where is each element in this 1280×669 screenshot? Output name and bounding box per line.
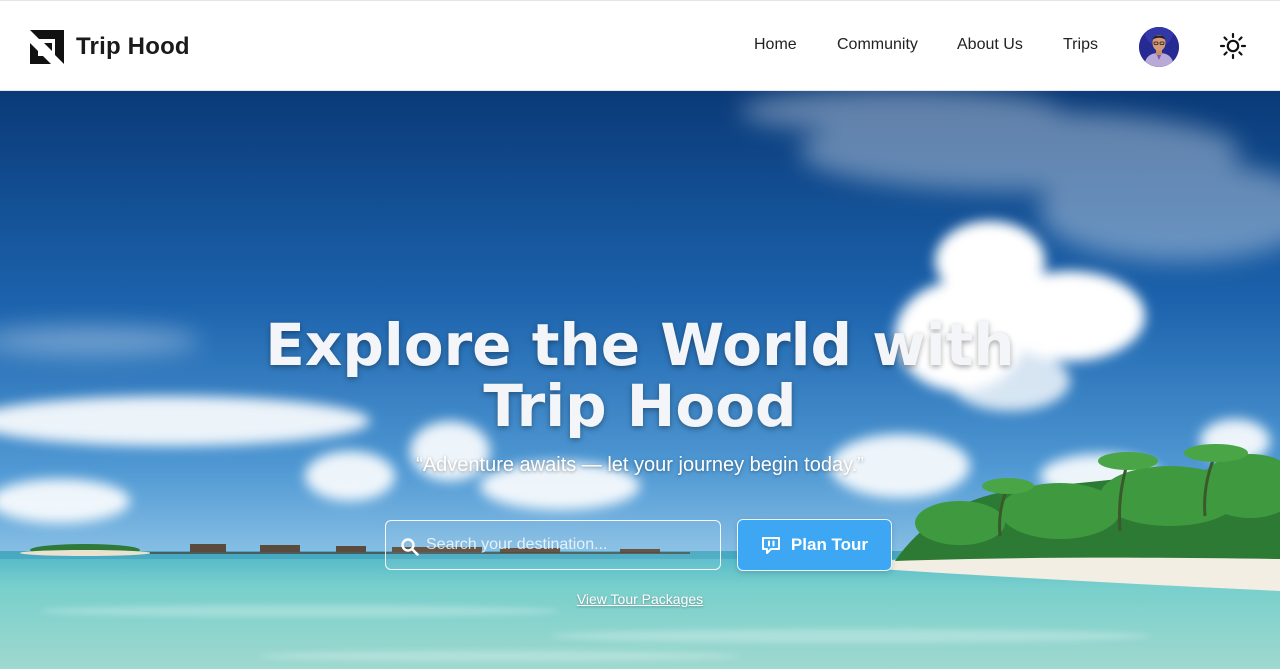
view-tour-packages-link[interactable]: View Tour Packages <box>540 591 740 607</box>
hero-subtitle: “Adventure awaits — let your journey beg… <box>416 454 864 476</box>
sun-icon <box>1219 32 1247 60</box>
destination-search <box>385 520 721 570</box>
plan-tour-label: Plan Tour <box>790 535 869 554</box>
nav-link-trips[interactable]: Trips <box>1063 36 1098 54</box>
brand[interactable]: Trip Hood <box>30 30 190 64</box>
chat-bubble-icon <box>761 537 780 554</box>
user-avatar[interactable] <box>1139 27 1179 67</box>
search-icon <box>401 538 419 556</box>
brand-name: Trip Hood <box>76 33 190 60</box>
hero-section: Explore the World with Trip Hood “Advent… <box>0 91 1280 669</box>
hero-title: Explore the World with Trip Hood <box>265 311 1015 440</box>
plan-tour-button[interactable]: Plan Tour <box>737 519 892 571</box>
user-avatar-image <box>1139 27 1179 67</box>
brand-logo-icon <box>30 30 64 64</box>
nav-link-about-us[interactable]: About Us <box>957 36 1023 54</box>
nav-link-home[interactable]: Home <box>754 36 797 54</box>
nav-link-community[interactable]: Community <box>837 36 918 54</box>
top-navbar: Trip Hood Home Community About Us Trips <box>0 0 1280 91</box>
destination-search-input[interactable] <box>426 521 716 568</box>
theme-toggle-button[interactable] <box>1219 32 1247 60</box>
